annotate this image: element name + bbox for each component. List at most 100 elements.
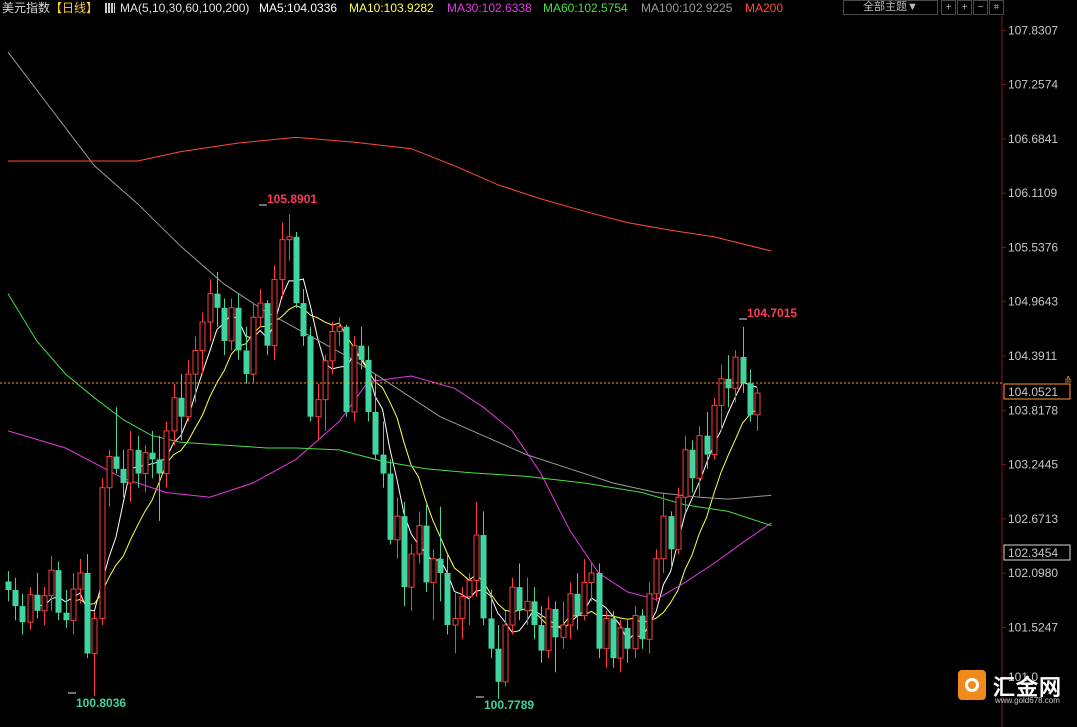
candle[interactable]: [243, 326, 250, 384]
candle[interactable]: [351, 336, 358, 422]
candle[interactable]: [488, 590, 495, 659]
candle[interactable]: [307, 326, 314, 422]
candle[interactable]: [473, 501, 480, 597]
candle[interactable]: [365, 345, 372, 422]
candle[interactable]: [459, 587, 466, 640]
zoom-out-icon[interactable]: −: [973, 0, 988, 15]
candle[interactable]: [250, 303, 257, 384]
candle[interactable]: [452, 591, 459, 654]
candle[interactable]: [178, 374, 185, 441]
crosshair-icon[interactable]: +: [941, 0, 956, 15]
candle[interactable]: [221, 298, 228, 356]
candle[interactable]: [617, 620, 624, 673]
candle[interactable]: [430, 549, 437, 621]
candle[interactable]: [19, 593, 26, 635]
candle[interactable]: [531, 587, 538, 640]
candle[interactable]: [63, 590, 70, 628]
candle[interactable]: [545, 596, 552, 659]
candle[interactable]: [163, 421, 170, 488]
candle[interactable]: [322, 355, 329, 431]
candle[interactable]: [127, 430, 134, 502]
candle[interactable]: [336, 317, 343, 346]
candle[interactable]: [754, 388, 761, 431]
candle[interactable]: [444, 554, 451, 635]
candlestick-series[interactable]: [5, 214, 761, 699]
candle[interactable]: [149, 430, 156, 479]
candle[interactable]: [84, 554, 91, 659]
candle[interactable]: [560, 601, 567, 649]
candle[interactable]: [725, 355, 732, 408]
candle[interactable]: [228, 298, 235, 351]
candle[interactable]: [135, 435, 142, 488]
candle[interactable]: [185, 359, 192, 422]
candle[interactable]: [235, 293, 242, 360]
candle[interactable]: [596, 563, 603, 659]
candle[interactable]: [581, 558, 588, 621]
candle[interactable]: [34, 572, 41, 619]
candle[interactable]: [279, 222, 286, 299]
candle[interactable]: [437, 506, 444, 602]
candle[interactable]: [509, 577, 516, 635]
candle[interactable]: [343, 324, 350, 417]
candle[interactable]: [271, 265, 278, 360]
candle[interactable]: [423, 504, 430, 592]
candle[interactable]: [495, 625, 502, 699]
candle[interactable]: [394, 497, 401, 559]
candle[interactable]: [632, 606, 639, 659]
candle[interactable]: [207, 279, 214, 341]
candle[interactable]: [286, 214, 293, 261]
candle[interactable]: [704, 411, 711, 469]
candle[interactable]: [401, 501, 408, 607]
candle[interactable]: [624, 620, 631, 663]
candle[interactable]: [372, 374, 379, 460]
candle[interactable]: [380, 421, 387, 488]
candle[interactable]: [538, 606, 545, 663]
candle[interactable]: [718, 364, 725, 431]
candle[interactable]: [552, 601, 559, 673]
zoom-in-icon[interactable]: +: [957, 0, 972, 15]
candle[interactable]: [387, 459, 394, 545]
candle[interactable]: [264, 300, 271, 356]
candle[interactable]: [588, 563, 595, 602]
candle[interactable]: [646, 582, 653, 654]
candle[interactable]: [12, 577, 19, 621]
candle[interactable]: [192, 336, 199, 403]
candle[interactable]: [48, 555, 55, 611]
candle[interactable]: [603, 610, 610, 668]
candle[interactable]: [675, 487, 682, 555]
candle[interactable]: [171, 383, 178, 446]
candle[interactable]: [106, 449, 113, 507]
candle[interactable]: [70, 572, 77, 635]
candle[interactable]: [408, 544, 415, 611]
expand-icon[interactable]: ⌗: [989, 0, 1004, 15]
candle[interactable]: [639, 608, 646, 649]
candle[interactable]: [77, 558, 84, 604]
candle[interactable]: [113, 407, 120, 474]
candle[interactable]: [682, 435, 689, 512]
candle[interactable]: [574, 572, 581, 630]
current-price-marker-icon[interactable]: ≙: [1064, 375, 1072, 387]
candle[interactable]: [315, 383, 322, 441]
candle[interactable]: [199, 312, 206, 375]
candle[interactable]: [711, 397, 718, 460]
candle[interactable]: [99, 478, 106, 626]
candle[interactable]: [610, 610, 617, 668]
candle[interactable]: [516, 563, 523, 621]
candle[interactable]: [329, 322, 336, 375]
candle[interactable]: [293, 232, 300, 308]
candle[interactable]: [524, 577, 531, 626]
candle[interactable]: [5, 571, 12, 602]
candle[interactable]: [41, 587, 48, 626]
theme-select[interactable]: 全部主题▼: [843, 0, 938, 15]
candle[interactable]: [156, 435, 163, 521]
candle[interactable]: [653, 549, 660, 602]
ma-settings-icon[interactable]: [105, 3, 115, 13]
candle[interactable]: [747, 369, 754, 422]
candle[interactable]: [91, 610, 98, 697]
candle[interactable]: [480, 511, 487, 626]
candle[interactable]: [466, 572, 473, 626]
candle[interactable]: [300, 288, 307, 346]
period-label[interactable]: 【日线】: [50, 0, 98, 16]
candle[interactable]: [732, 350, 739, 403]
candle[interactable]: [27, 587, 34, 630]
